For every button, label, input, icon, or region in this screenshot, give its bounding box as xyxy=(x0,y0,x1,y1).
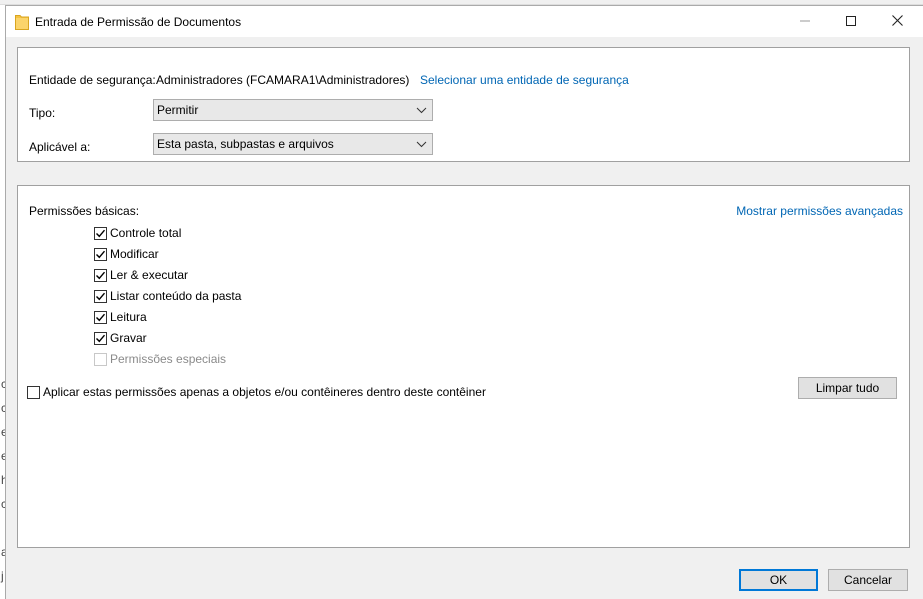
checkbox-box[interactable] xyxy=(94,331,107,345)
checkbox-box[interactable] xyxy=(94,226,107,240)
minimize-icon xyxy=(800,15,810,29)
checkbox-box[interactable] xyxy=(94,247,107,261)
maximize-button[interactable] xyxy=(828,6,874,37)
permission-checkbox-full-control[interactable]: Controle total xyxy=(94,225,181,241)
permission-label: Listar conteúdo da pasta xyxy=(110,289,242,303)
close-button[interactable] xyxy=(874,6,920,37)
clear-all-button[interactable]: Limpar tudo xyxy=(798,377,897,399)
permission-checkbox-modify[interactable]: Modificar xyxy=(94,246,159,262)
chevron-down-icon xyxy=(416,103,427,117)
title-bar[interactable]: Entrada de Permissão de Documentos xyxy=(6,6,923,37)
applies-to-select[interactable]: Esta pasta, subpastas e arquivos xyxy=(153,133,433,155)
checkbox-box[interactable] xyxy=(94,310,107,324)
minimize-button[interactable] xyxy=(782,6,828,37)
ok-button[interactable]: OK xyxy=(739,569,818,591)
background-text: j xyxy=(1,569,4,583)
permission-checkbox-list-folder[interactable]: Listar conteúdo da pasta xyxy=(94,288,241,304)
checkbox-box[interactable] xyxy=(94,268,107,282)
show-advanced-permissions-link[interactable]: Mostrar permissões avançadas xyxy=(736,204,903,218)
principal-value: Administradores (FCAMARA1\Administradore… xyxy=(156,73,410,87)
principal-panel: Entidade de segurança: Administradores (… xyxy=(17,47,910,162)
type-select[interactable]: Permitir xyxy=(153,99,433,121)
permission-label: Controle total xyxy=(110,226,182,240)
permission-label: Permissões especiais xyxy=(110,352,227,366)
permission-checkbox-read-execute[interactable]: Ler & executar xyxy=(94,267,188,283)
cancel-button[interactable]: Cancelar xyxy=(828,569,908,591)
select-principal-link[interactable]: Selecionar uma entidade de segurança xyxy=(420,73,629,87)
permission-checkbox-special: Permissões especiais xyxy=(94,351,226,367)
permission-label: Leitura xyxy=(110,310,147,324)
type-label: Tipo: xyxy=(29,106,56,120)
apply-only-label: Aplicar estas permissões apenas a objeto… xyxy=(43,385,486,399)
permission-label: Ler & executar xyxy=(110,268,189,282)
permissions-panel: Permissões básicas: Mostrar permissões a… xyxy=(17,185,910,548)
checkbox-box[interactable] xyxy=(27,385,40,399)
permission-checkbox-read[interactable]: Leitura xyxy=(94,309,147,325)
maximize-icon xyxy=(846,15,856,29)
principal-label: Entidade de segurança: xyxy=(29,73,156,87)
basic-permissions-label: Permissões básicas: xyxy=(29,204,140,218)
permission-entry-dialog: Entrada de Permissão de Documentos Entid… xyxy=(5,5,923,599)
checkbox-box[interactable] xyxy=(94,289,107,303)
close-icon xyxy=(891,14,903,29)
permission-label: Gravar xyxy=(110,331,147,345)
chevron-down-icon xyxy=(416,137,427,151)
window-title: Entrada de Permissão de Documentos xyxy=(35,15,242,29)
applies-to-select-value: Esta pasta, subpastas e arquivos xyxy=(157,137,334,151)
type-select-value: Permitir xyxy=(157,103,199,117)
checkbox-box xyxy=(94,352,107,366)
folder-icon xyxy=(15,14,29,30)
permission-label: Modificar xyxy=(110,247,159,261)
permission-checkbox-write[interactable]: Gravar xyxy=(94,330,147,346)
apply-only-checkbox[interactable]: Aplicar estas permissões apenas a objeto… xyxy=(27,384,486,400)
applies-to-label: Aplicável a: xyxy=(29,140,91,154)
